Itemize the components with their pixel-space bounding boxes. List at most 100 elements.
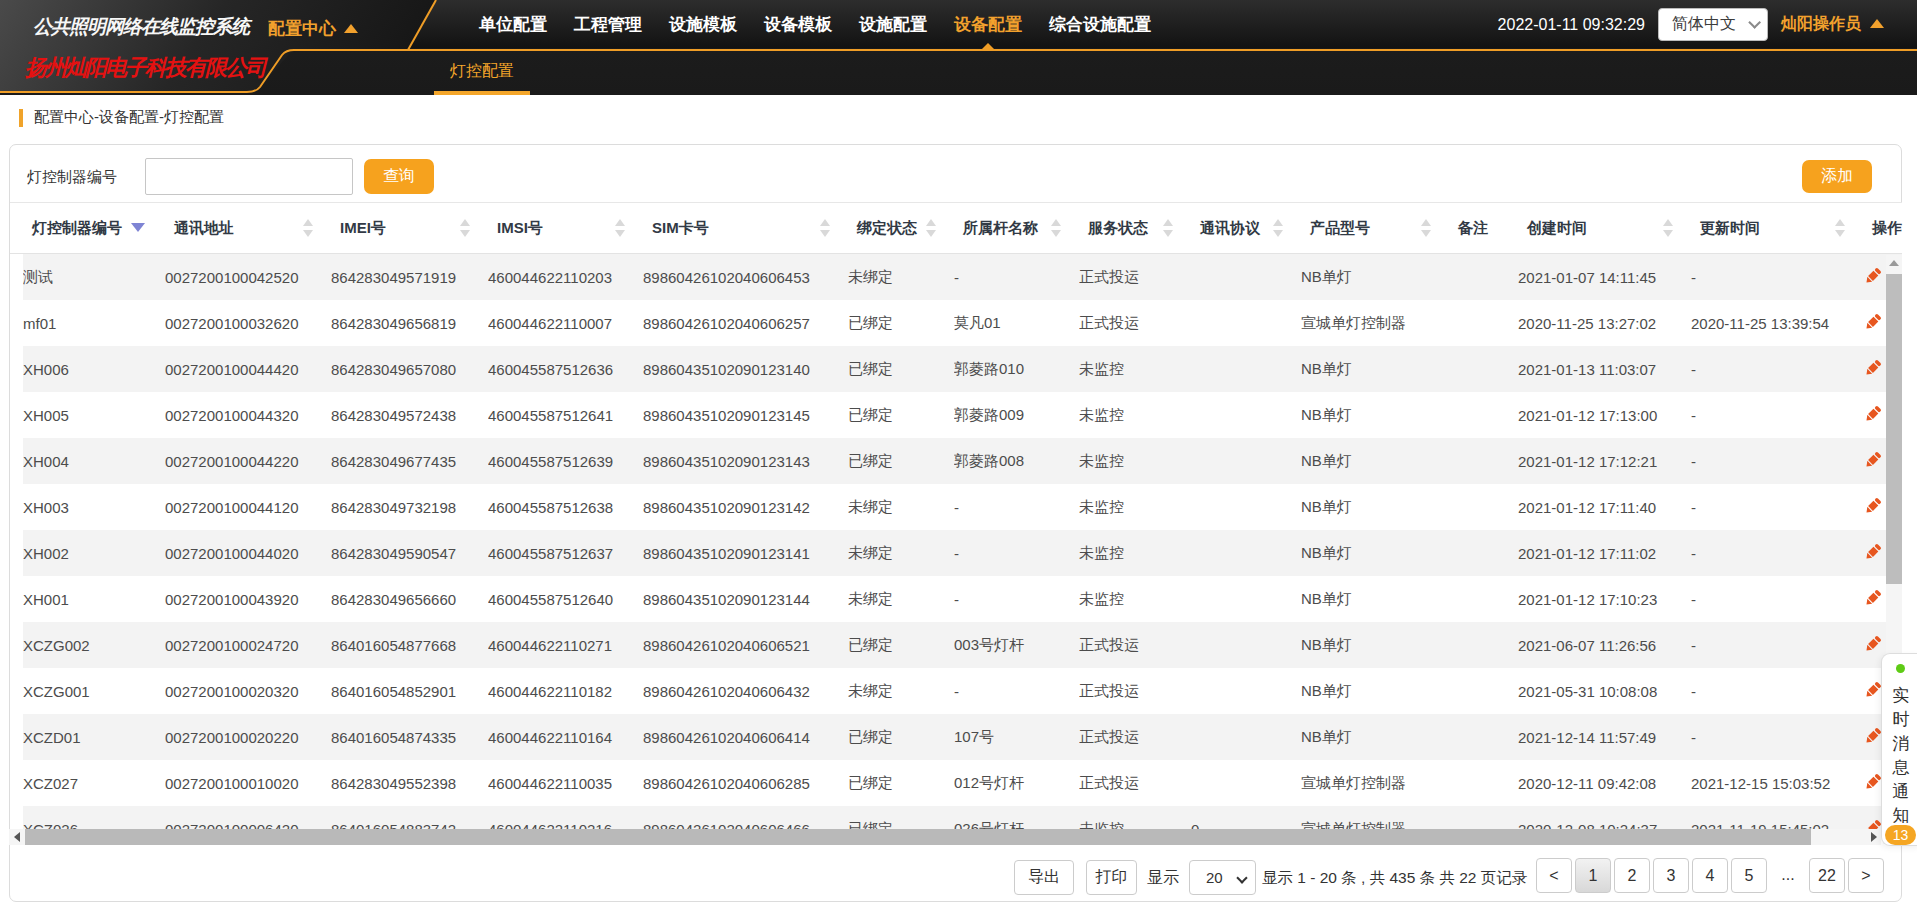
- page-button[interactable]: 4: [1692, 858, 1728, 893]
- column-header[interactable]: 所属杆名称: [954, 203, 1079, 253]
- edit-pencil-icon[interactable]: [1863, 404, 1883, 427]
- sort-icon[interactable]: [1051, 219, 1061, 237]
- edit-pencil-icon[interactable]: [1863, 266, 1883, 289]
- nav-item[interactable]: 工程管理: [574, 13, 642, 36]
- cell-created-time: 2021-01-07 14:11:45: [1518, 254, 1691, 300]
- page-button[interactable]: 22: [1809, 858, 1845, 893]
- edit-pencil-icon[interactable]: [1863, 726, 1883, 749]
- table-row[interactable]: XH002 0027200100044020 864283049590547 4…: [23, 530, 1902, 576]
- sort-icon[interactable]: [820, 219, 830, 237]
- page-button[interactable]: ...: [1770, 858, 1806, 893]
- edit-pencil-icon[interactable]: [1863, 358, 1883, 381]
- sort-icon[interactable]: [1273, 219, 1283, 237]
- table-row[interactable]: XCZG001 0027200100020320 864016054852901…: [23, 668, 1902, 714]
- cell-sim: 89860426102040606453: [643, 254, 848, 300]
- page-button[interactable]: <: [1536, 858, 1572, 893]
- cell-created-time: 2021-01-12 17:13:00: [1518, 392, 1691, 438]
- table-row[interactable]: XCZ026 0027200100006420 864016054883742 …: [23, 806, 1902, 829]
- user-menu[interactable]: 灿阳操作员: [1781, 14, 1884, 35]
- cell-imei: 864283049571919: [331, 254, 488, 300]
- nav-item[interactable]: 综合设施配置: [1049, 13, 1151, 36]
- column-header[interactable]: 创建时间: [1518, 203, 1691, 253]
- scroll-up-arrow-icon[interactable]: [1886, 255, 1902, 271]
- cell-address: 0027200100042520: [165, 254, 331, 300]
- page-button[interactable]: 2: [1614, 858, 1650, 893]
- horizontal-scrollbar[interactable]: [9, 829, 1881, 845]
- edit-pencil-icon[interactable]: [1863, 496, 1883, 519]
- table-row[interactable]: XCZ027 0027200100010020 864283049552398 …: [23, 760, 1902, 806]
- config-center-menu[interactable]: 配置中心: [268, 17, 358, 40]
- cell-protocol: [1191, 622, 1301, 668]
- notify-count-badge[interactable]: 13: [1885, 825, 1916, 845]
- nav-item[interactable]: 设备模板: [764, 13, 832, 36]
- sort-icon[interactable]: [460, 219, 470, 237]
- horizontal-scrollbar-thumb[interactable]: [25, 829, 1811, 845]
- scroll-left-arrow-icon[interactable]: [9, 829, 25, 845]
- table-row[interactable]: XH005 0027200100044320 864283049572438 4…: [23, 392, 1902, 438]
- controller-id-input[interactable]: [145, 158, 353, 195]
- nav-item[interactable]: 设施模板: [669, 13, 737, 36]
- language-select[interactable]: 简体中文: [1658, 8, 1768, 41]
- sort-icon[interactable]: [1835, 219, 1845, 237]
- edit-pencil-icon[interactable]: [1863, 542, 1883, 565]
- table-row[interactable]: XH004 0027200100044220 864283049677435 4…: [23, 438, 1902, 484]
- table-row[interactable]: XCZD01 0027200100020220 864016054874335 …: [23, 714, 1902, 760]
- column-header[interactable]: SIM卡号: [643, 203, 848, 253]
- nav-item[interactable]: 设备配置: [954, 13, 1022, 36]
- cell-sim: 89860426102040606521: [643, 622, 848, 668]
- cell-remark: [1449, 714, 1518, 760]
- sort-icon[interactable]: [1663, 219, 1673, 237]
- sort-icon[interactable]: [926, 219, 936, 237]
- vertical-scrollbar-thumb[interactable]: [1886, 274, 1902, 584]
- cell-updated-time: -: [1691, 392, 1863, 438]
- page-button[interactable]: 3: [1653, 858, 1689, 893]
- edit-pencil-icon[interactable]: [1863, 772, 1883, 795]
- page-button[interactable]: 5: [1731, 858, 1767, 893]
- sort-icon[interactable]: [615, 219, 625, 237]
- realtime-notify-panel[interactable]: 实时消息通知 13: [1881, 653, 1917, 846]
- page-size-select[interactable]: 20: [1189, 860, 1256, 895]
- table-row[interactable]: XH001 0027200100043920 864283049656660 4…: [23, 576, 1902, 622]
- print-button[interactable]: 打印: [1086, 860, 1137, 895]
- page-button[interactable]: 1: [1575, 858, 1611, 893]
- page-button[interactable]: >: [1848, 858, 1884, 893]
- column-header-label: 所属杆名称: [963, 219, 1038, 236]
- column-header[interactable]: 产品型号: [1301, 203, 1449, 253]
- sort-icon[interactable]: [131, 223, 145, 232]
- table-row[interactable]: mf01 0027200100032620 864283049656819 46…: [23, 300, 1902, 346]
- tab-lamp-control-config[interactable]: 灯控配置: [434, 50, 530, 95]
- edit-pencil-icon[interactable]: [1863, 588, 1883, 611]
- export-button[interactable]: 导出: [1014, 860, 1074, 895]
- table-row[interactable]: 测试 0027200100042520 864283049571919 4600…: [23, 254, 1902, 300]
- column-header[interactable]: 通讯协议: [1191, 203, 1301, 253]
- column-header[interactable]: 灯控制器编号: [23, 203, 165, 253]
- column-header[interactable]: 备注: [1449, 203, 1518, 253]
- column-header[interactable]: 操作: [1863, 203, 1903, 253]
- column-header[interactable]: IMSI号: [488, 203, 643, 253]
- edit-pencil-icon[interactable]: [1863, 312, 1883, 335]
- column-header[interactable]: 服务状态: [1079, 203, 1191, 253]
- edit-pencil-icon[interactable]: [1863, 450, 1883, 473]
- column-header[interactable]: IMEI号: [331, 203, 488, 253]
- edit-pencil-icon[interactable]: [1863, 818, 1883, 830]
- sort-icon[interactable]: [303, 219, 313, 237]
- column-header[interactable]: 通讯地址: [165, 203, 331, 253]
- sort-icon[interactable]: [1421, 219, 1431, 237]
- edit-pencil-icon[interactable]: [1863, 680, 1883, 703]
- nav-item[interactable]: 设施配置: [859, 13, 927, 36]
- column-header[interactable]: 绑定状态: [848, 203, 954, 253]
- nav-item[interactable]: 单位配置: [479, 13, 547, 36]
- search-button[interactable]: 查询: [364, 159, 434, 194]
- scroll-right-arrow-icon[interactable]: [1865, 829, 1881, 845]
- edit-pencil-icon[interactable]: [1863, 634, 1883, 657]
- table-row[interactable]: XH003 0027200100044120 864283049732198 4…: [23, 484, 1902, 530]
- cell-address: 0027200100043920: [165, 576, 331, 622]
- column-header[interactable]: 更新时间: [1691, 203, 1863, 253]
- table-row[interactable]: XCZG002 0027200100024720 864016054877668…: [23, 622, 1902, 668]
- cell-sim: 89860435102090123145: [643, 392, 848, 438]
- add-button[interactable]: 添加: [1802, 160, 1872, 193]
- sort-icon[interactable]: [1163, 219, 1173, 237]
- cell-remark: [1449, 806, 1518, 829]
- table-row[interactable]: XH006 0027200100044420 864283049657080 4…: [23, 346, 1902, 392]
- cell-service-status: 正式投运: [1079, 254, 1191, 300]
